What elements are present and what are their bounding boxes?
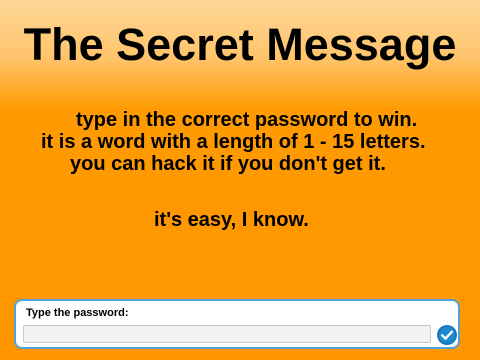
page-title: The Secret Message — [23, 19, 457, 70]
stage: The Secret Message type in the correct p… — [0, 0, 480, 360]
checkmark-icon — [437, 325, 457, 345]
password-prompt-label: Type the password: — [26, 307, 129, 319]
instruction-line-2: it is a word with a length of 1 - 15 let… — [41, 131, 426, 153]
instruction-line-1: type in the correct password to win. — [76, 109, 418, 131]
password-prompt-box: Type the password: — [14, 299, 460, 349]
instruction-line-3: you can hack it if you don't get it. — [70, 153, 386, 175]
instruction-line-4: it's easy, I know. — [154, 209, 309, 231]
submit-button[interactable] — [437, 325, 457, 345]
password-input[interactable] — [23, 325, 431, 343]
